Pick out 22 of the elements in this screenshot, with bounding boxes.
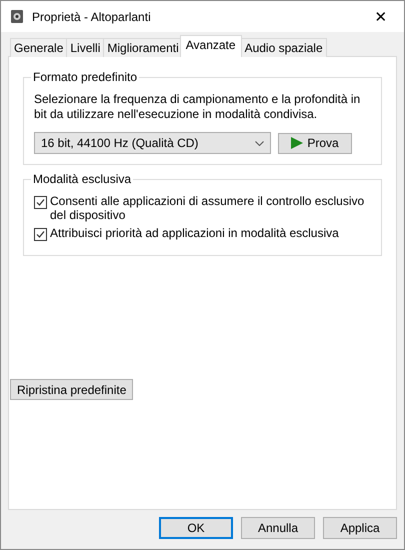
tab[interactable]: Avanzate [180, 35, 242, 57]
description-text: Selezionare la frequenza di campionamento e la profondità in bit da utilizzare nell'esecuzione in modalità condivisa. [34, 92, 362, 122]
chevron-down-icon [255, 140, 264, 146]
test-button[interactable]: Prova [278, 132, 352, 154]
tab[interactable]: Livelli [66, 38, 104, 57]
dialog-button[interactable]: Annulla [241, 517, 315, 539]
tab[interactable]: Generale [10, 38, 68, 57]
checkbox-label: Consenti alle applicazioni di assumere il controllo esclusivo del dispositivo [50, 194, 366, 222]
tab[interactable]: Miglioramenti [103, 38, 183, 57]
checkbox-label: Attribuisci priorità ad applicazioni in modalità esclusiva [50, 226, 339, 240]
group-title: Formato predefinito [31, 70, 140, 85]
format-dropdown[interactable]: 16 bit, 44100 Hz (Qualità CD) [34, 132, 271, 154]
dialog-button[interactable]: OK [159, 517, 233, 539]
tab[interactable]: Audio spaziale [240, 38, 327, 57]
dialog-button[interactable]: Applica [323, 517, 397, 539]
close-button[interactable]: ✕ [358, 1, 404, 32]
checkbox[interactable] [34, 196, 47, 209]
speaker-icon [10, 9, 24, 24]
checkbox[interactable] [34, 228, 47, 241]
window-title: Proprietà - Altoparlanti [32, 10, 152, 24]
play-icon [291, 137, 304, 149]
restore-defaults-button[interactable]: Ripristina predefinite [10, 379, 134, 400]
